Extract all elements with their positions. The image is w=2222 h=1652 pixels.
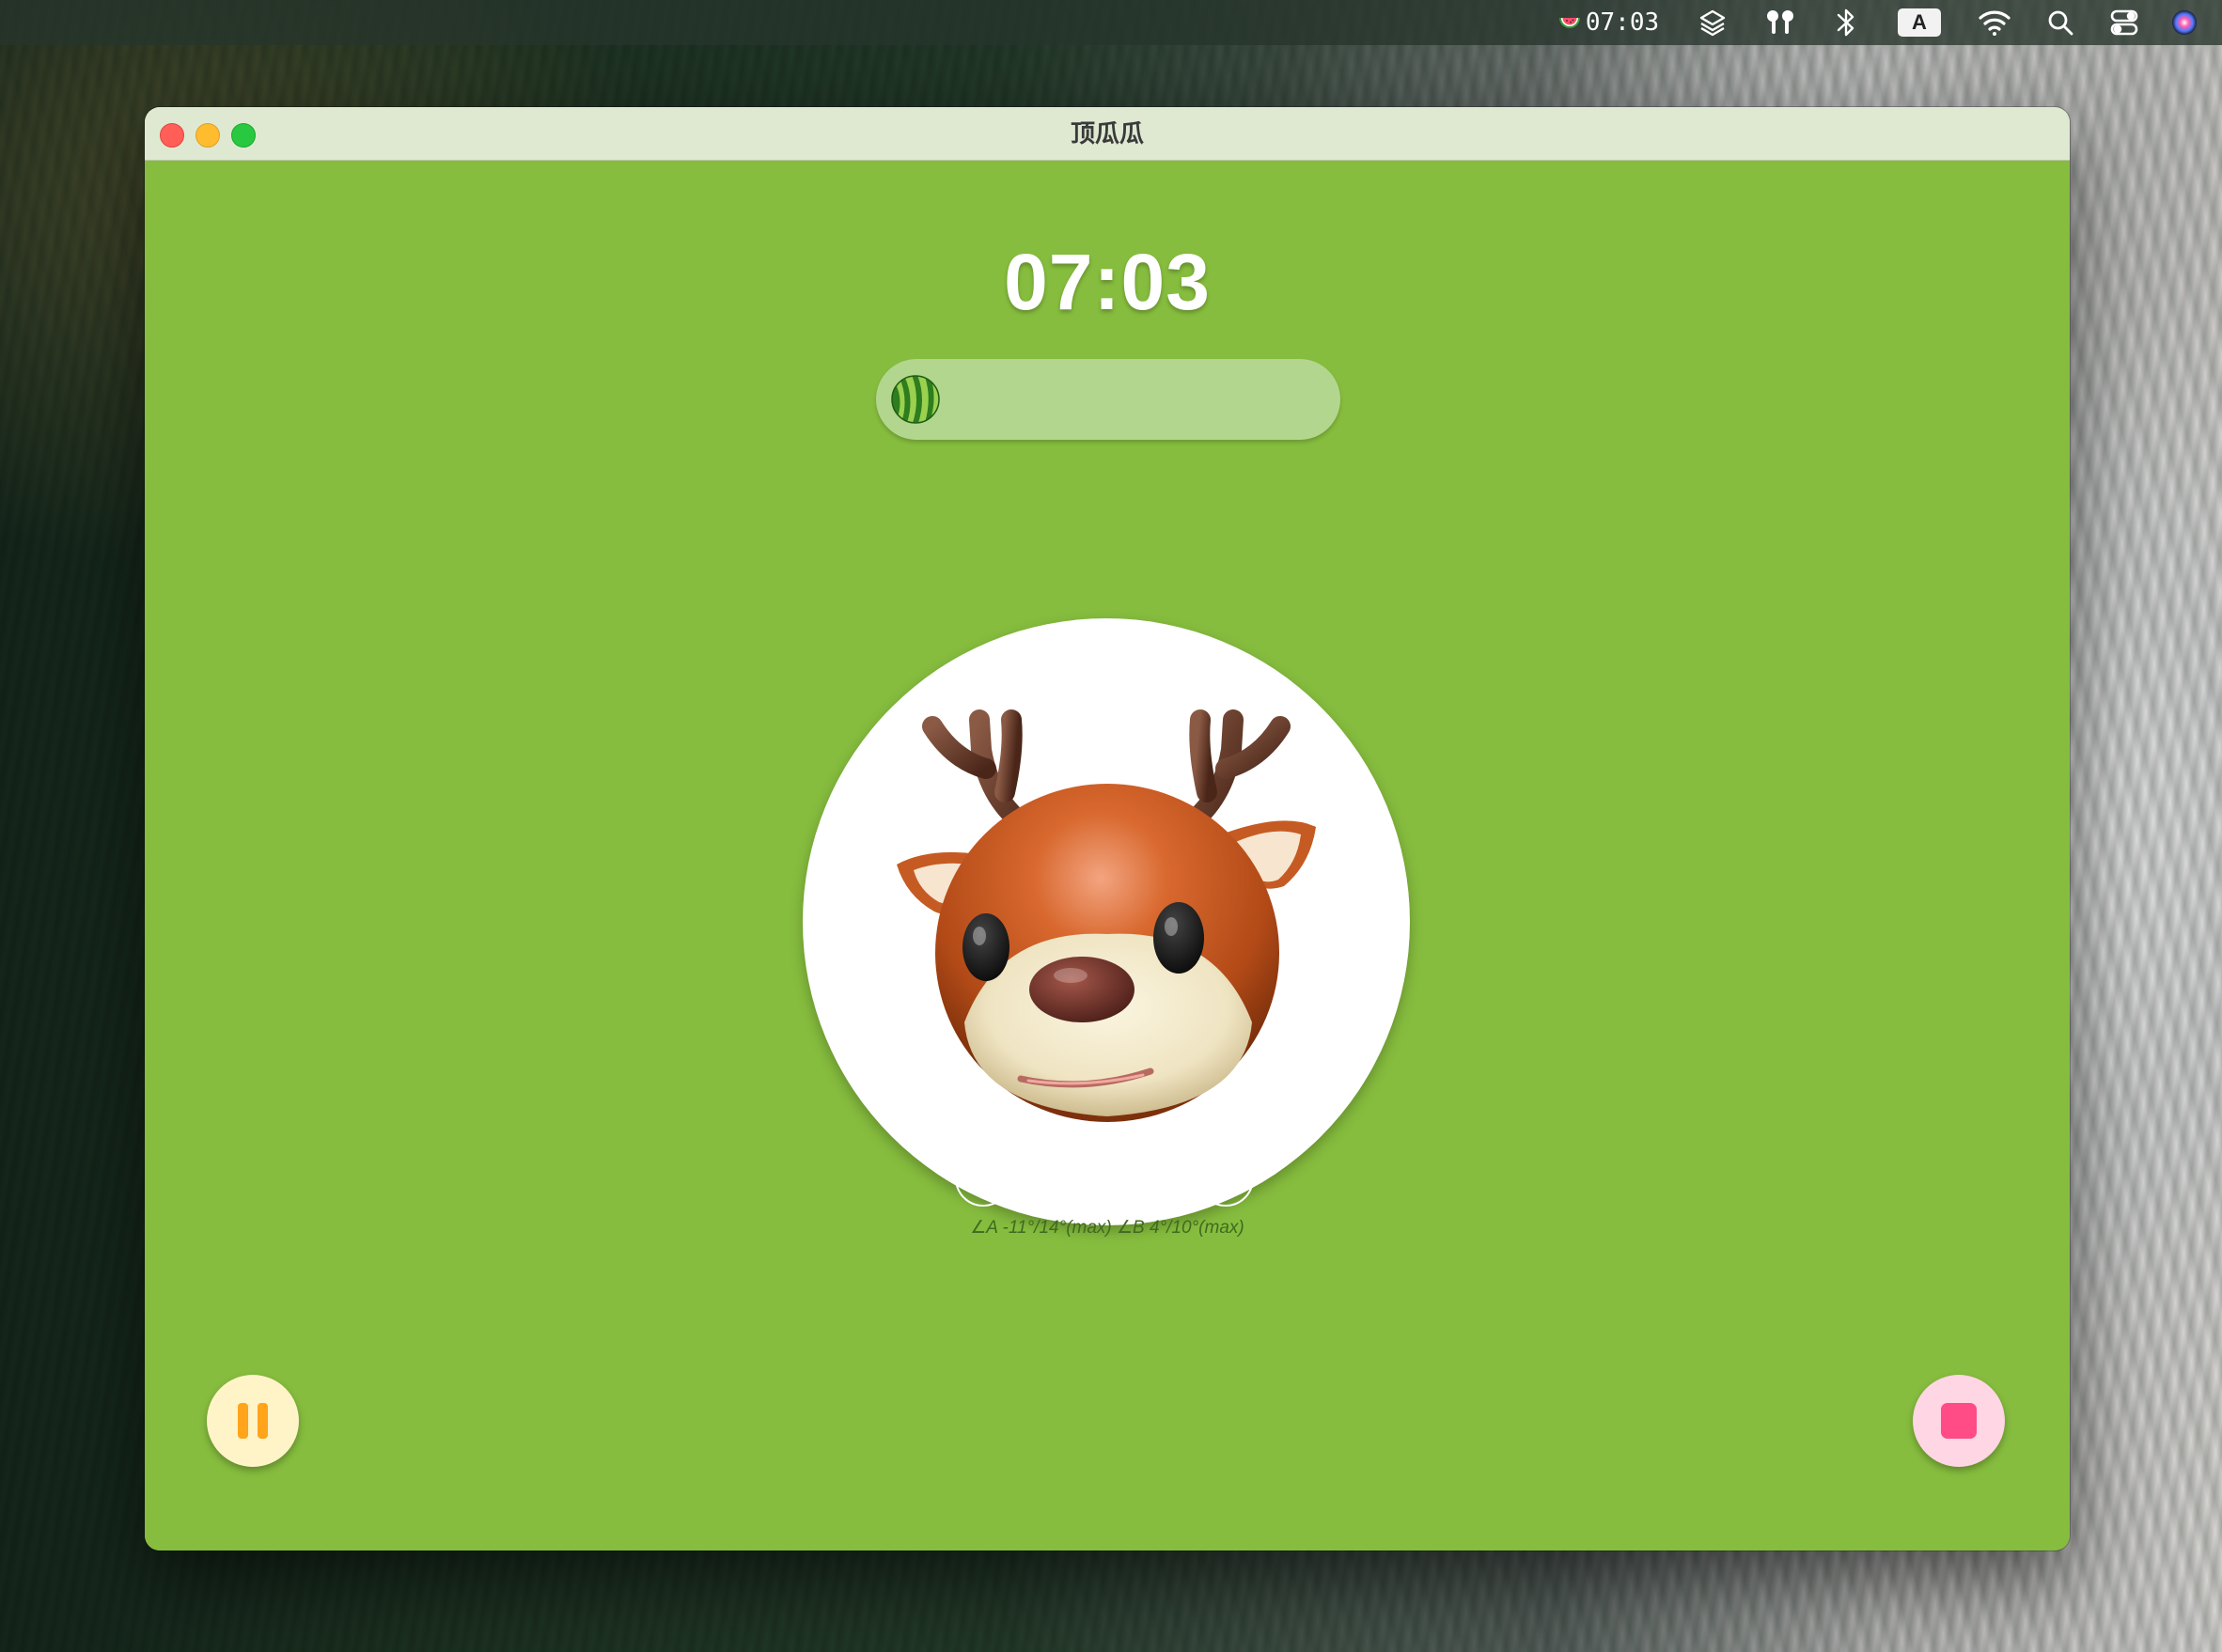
bluetooth-icon[interactable] [1825, 0, 1867, 45]
stop-icon [1941, 1403, 1977, 1439]
triangle-icon[interactable] [1036, 1150, 1092, 1207]
pause-bar-right [258, 1403, 268, 1439]
menubar-clock-text: 07:03 [1585, 8, 1660, 37]
input-source-icon[interactable]: A [1897, 0, 1942, 45]
sensor-icons-row [955, 1150, 1260, 1214]
menubar-clock-item[interactable]: 07:03 [1551, 0, 1666, 45]
main-content: 07:03 优雅 [145, 161, 2070, 1551]
person-speaking-icon[interactable] [1197, 1150, 1254, 1207]
watermelon-icon[interactable] [889, 373, 942, 426]
title-bar: 顶瓜瓜 [145, 107, 2070, 161]
layers-icon[interactable] [1692, 0, 1733, 45]
angles-readout: ∠A -11°/14°(max) ∠B 4°/10°(max) [970, 1218, 1244, 1238]
pause-button[interactable] [207, 1375, 299, 1467]
siri-icon[interactable] [2164, 0, 2205, 45]
deer-memoji-icon [897, 709, 1316, 1122]
stop-button[interactable] [1913, 1375, 2005, 1467]
timer-display: 07:03 [1004, 238, 1211, 326]
window-title: 顶瓜瓜 [1070, 119, 1144, 148]
app-window: 顶瓜瓜 07:03 优雅 [145, 107, 2070, 1551]
avatar-circle [803, 618, 1410, 1225]
progress-track [876, 359, 1340, 440]
airpods-icon[interactable] [955, 1150, 1011, 1207]
theater-masks-icon[interactable] [1117, 1150, 1173, 1207]
pause-bar-left [238, 1403, 248, 1439]
airpods-icon[interactable] [1760, 0, 1801, 45]
control-center-icon[interactable] [2104, 0, 2145, 45]
search-icon[interactable] [2040, 0, 2081, 45]
wifi-icon[interactable] [1974, 0, 2015, 45]
watermelon-icon [1558, 18, 1580, 28]
menu-bar: 07:03 A [0, 0, 2222, 45]
